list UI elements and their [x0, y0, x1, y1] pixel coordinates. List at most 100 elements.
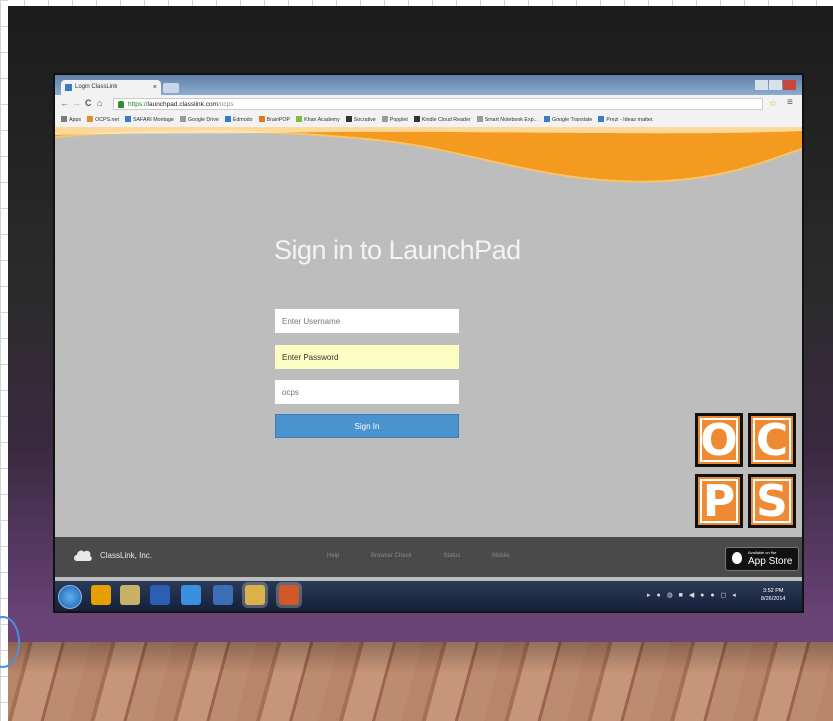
windows-taskbar: ▸ ● ◍ ■ ◀ ● ● ◻ ◂ 3:52 PM 8/26/2014 [55, 581, 802, 611]
taskbar-clock[interactable]: 3:52 PM 8/26/2014 [761, 587, 785, 603]
bookmark-label: Smart Notebook Exp... [484, 117, 538, 123]
start-button[interactable] [58, 585, 82, 609]
bookmark-favicon-icon [543, 116, 550, 122]
chrome-menu-icon[interactable]: ≡ [787, 97, 793, 108]
appstore-small-text: Available on the [748, 550, 777, 555]
company-name: ClassLink, Inc. [100, 551, 153, 560]
browser-tab-bar: Login ClassLink × [55, 75, 802, 95]
bookmark-item[interactable]: Apps [61, 113, 81, 127]
close-window-button[interactable] [783, 80, 796, 90]
taskbar-ie-icon[interactable] [181, 585, 201, 605]
logo-letter-o: O [700, 415, 738, 466]
district-code-input[interactable] [275, 380, 459, 404]
bookmark-label: Socrative [353, 117, 376, 123]
sign-in-button[interactable]: Sign In [275, 414, 459, 438]
home-icon[interactable]: ⌂ [97, 98, 102, 108]
reload-icon[interactable]: C [85, 98, 92, 108]
bookmark-favicon-icon [124, 116, 131, 122]
ocps-logo: O C P S [695, 413, 801, 531]
footer-links: Help Browser Check Status Mobile [327, 553, 540, 559]
bookmark-item[interactable]: Kindle Cloud Reader [413, 113, 471, 127]
bookmark-label: BrainPOP [266, 117, 291, 123]
bookmark-label: Prezi - Ideas matter. [606, 117, 654, 123]
bookmark-label: Apps [69, 117, 82, 123]
footer-link-status[interactable]: Status [443, 553, 460, 559]
bookmark-item[interactable]: Google Drive [179, 113, 219, 127]
footer-link-mobile[interactable]: Mobile [492, 553, 510, 559]
clock-date: 8/26/2014 [761, 596, 786, 602]
bookmark-favicon-icon [179, 116, 186, 122]
logo-letter-p: P [702, 476, 736, 527]
classlink-cloud-icon [74, 550, 92, 561]
apple-icon [732, 552, 742, 564]
bookmark-label: Kindle Cloud Reader [421, 117, 471, 123]
bookmark-favicon-icon [381, 116, 388, 122]
back-icon[interactable]: ← [60, 98, 69, 108]
bookmark-item[interactable]: OCPS.net [87, 113, 119, 127]
bookmark-star-icon[interactable]: ☆ [769, 98, 777, 109]
bookmark-favicon-icon [345, 116, 352, 122]
bookmark-favicon-icon [224, 116, 231, 122]
taskbar-powerpoint-icon[interactable] [279, 585, 299, 605]
bookmark-item[interactable]: Popplet [381, 113, 408, 127]
bookmark-favicon-icon [258, 116, 265, 122]
taskbar-word-icon[interactable] [150, 585, 170, 605]
new-tab-button[interactable] [163, 83, 179, 93]
slide-grid-edge [0, 0, 8, 721]
taskbar-media-icon[interactable] [213, 585, 233, 605]
page-footer: ClassLink, Inc. Help Browser Check Statu… [55, 537, 802, 577]
bookmarks-bar: Apps OCPS.net SAFARI Montage Google Drive Ed… [55, 113, 802, 128]
tab-close-icon[interactable]: × [153, 80, 157, 95]
browser-toolbar: ← → C ⌂ https://launchpad.classlink.com/… [55, 95, 802, 113]
bookmark-label: Google Drive [187, 117, 219, 123]
maximize-button[interactable] [769, 80, 782, 90]
bookmark-label: Popplet [389, 117, 408, 123]
lock-icon [118, 101, 124, 108]
bookmark-favicon-icon [87, 116, 94, 122]
bookmark-favicon-icon [61, 116, 67, 122]
minimize-button[interactable] [755, 80, 768, 90]
header-wave [55, 127, 802, 183]
system-tray-icons[interactable]: ▸ ● ◍ ■ ◀ ● ● ◻ ◂ [647, 591, 738, 599]
bookmark-label: Khan Academy [304, 117, 340, 123]
footer-link-help[interactable]: Help [327, 553, 339, 559]
bookmark-label: Edmodo [232, 117, 253, 123]
address-bar[interactable]: https://launchpad.classlink.com/ocps [113, 98, 763, 110]
taskbar-chrome-icon[interactable] [245, 585, 265, 605]
bookmark-favicon-icon [413, 116, 420, 122]
bookmark-item[interactable]: Khan Academy [296, 113, 340, 127]
logo-letter-c: C [755, 415, 789, 466]
bookmark-item[interactable]: SAFARI Montage [124, 113, 174, 127]
password-input[interactable] [275, 345, 459, 369]
bookmark-item[interactable]: Smart Notebook Exp... [476, 113, 538, 127]
bookmark-label: Google Translate [551, 117, 593, 123]
taskbar-explorer-icon[interactable] [120, 585, 140, 605]
appstore-big-text: App Store [748, 556, 793, 567]
url-path: /ocps [217, 101, 234, 108]
page-title: Sign in to LaunchPad [274, 235, 521, 265]
monitor-screen: Login ClassLink × ← → C ⌂ https://launch… [55, 75, 802, 611]
bookmark-item[interactable]: BrainPOP [258, 113, 291, 127]
taskbar-outlook-icon[interactable] [91, 585, 111, 605]
forward-icon[interactable]: → [72, 98, 81, 108]
bookmark-favicon-icon [296, 116, 303, 122]
bookmark-favicon-icon [476, 116, 483, 122]
url-scheme: https:// [128, 101, 148, 108]
browser-tab[interactable]: Login ClassLink × [61, 80, 161, 95]
logo-letter-s: S [756, 476, 788, 527]
bookmark-favicon-icon [598, 116, 605, 122]
classlink-favicon-icon [65, 84, 72, 91]
bookmark-item[interactable]: Google Translate [543, 113, 593, 127]
app-store-badge[interactable]: Available on the App Store [725, 547, 799, 571]
bookmark-item[interactable]: Socrative [345, 113, 376, 127]
username-input[interactable] [275, 309, 459, 333]
clock-time: 3:52 PM [762, 588, 784, 594]
footer-link-browser-check[interactable]: Browser Check [371, 553, 412, 559]
bookmark-item[interactable]: Prezi - Ideas matter. [598, 113, 654, 127]
url-host: launchpad.classlink.com [147, 101, 218, 108]
bookmark-item[interactable]: Edmodo [224, 113, 253, 127]
bookmark-label: SAFARI Montage [132, 117, 174, 123]
window-controls [754, 77, 798, 90]
bookmark-label: OCPS.net [95, 117, 119, 123]
tab-title: Login ClassLink [75, 84, 118, 90]
